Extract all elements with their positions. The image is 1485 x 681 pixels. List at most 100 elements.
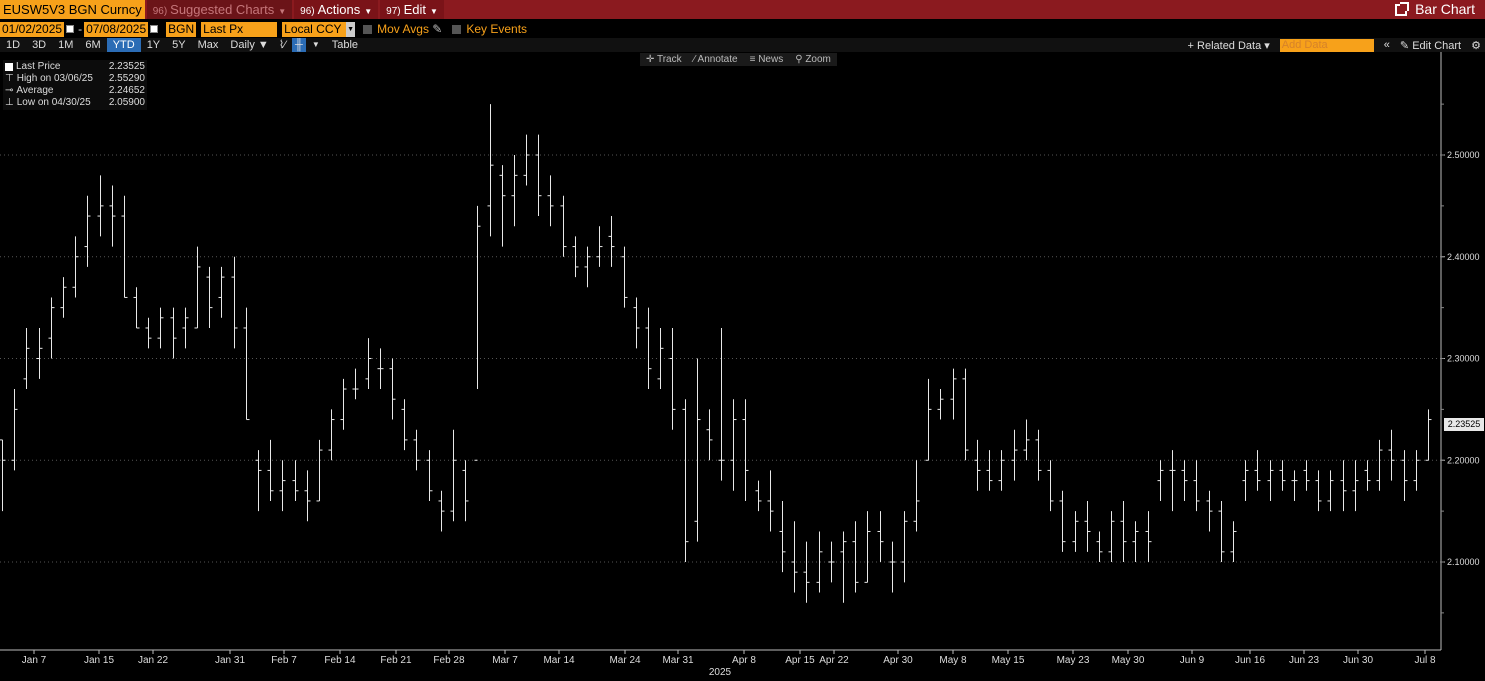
ohlc-bar — [1376, 439, 1383, 491]
ohlc-bar — [1303, 460, 1310, 491]
chart-legend[interactable]: Last Price 2.23525 ⊤ High on 03/06/25 2.552… — [3, 60, 147, 110]
period-3d[interactable]: 3D — [26, 38, 52, 52]
chart-type-dropdown-icon[interactable]: ▼ — [312, 38, 320, 52]
add-data-input[interactable]: Add Data — [1279, 38, 1374, 52]
checkbox-icon — [363, 25, 373, 35]
ohlc-bar — [1169, 450, 1176, 512]
period-1m[interactable]: 1M — [52, 38, 79, 52]
price-field[interactable]: Last Px — [201, 21, 278, 37]
track-tool[interactable]: ✛ Track — [646, 53, 682, 66]
menu-number: 97) — [386, 6, 401, 17]
ohlc-bar — [487, 104, 494, 237]
x-tick-label: Jan 7 — [22, 655, 47, 666]
row3-right-tools: + Related Data ▾ Add Data « ✎ Edit Chart… — [1188, 38, 1481, 52]
table-button[interactable]: Table — [326, 38, 364, 52]
ohlc-bar — [742, 399, 749, 501]
ohlc-bar — [462, 460, 469, 522]
ticker-field[interactable]: EUSW5V3 BGN Curncy — [0, 0, 145, 19]
zoom-tool[interactable]: ⚲ Zoom — [795, 53, 831, 66]
news-tool[interactable]: ≡ News — [750, 53, 784, 66]
legend-label: High on 03/06/25 — [16, 73, 93, 84]
ohlc-bar — [1108, 511, 1115, 562]
x-tick-label: Jun 23 — [1289, 655, 1319, 666]
actions-menu[interactable]: 96) Actions ▼ — [294, 0, 379, 19]
mov-avgs-toggle[interactable]: Mov Avgs ✎ — [363, 22, 442, 36]
ohlc-bar — [950, 368, 957, 420]
menu-label: Edit — [403, 2, 427, 17]
ohlc-bar — [572, 236, 579, 278]
pencil-icon: ✎ — [432, 22, 443, 36]
key-events-toggle[interactable]: Key Events — [452, 22, 527, 36]
dropdown-icon[interactable]: ▼ — [346, 21, 356, 37]
x-tick-label: Apr 30 — [883, 655, 913, 666]
x-tick-label: Feb 14 — [324, 655, 356, 666]
period-max[interactable]: Max — [192, 38, 225, 52]
end-date-field[interactable]: 07/08/2025 — [84, 21, 149, 37]
legend-label: Low on 04/30/25 — [16, 97, 91, 108]
bar-chart-icon[interactable]: ╫ — [292, 38, 306, 52]
legend-label: Last Price — [16, 61, 61, 72]
x-year-label: 2025 — [709, 667, 732, 678]
ohlc-bar — [1181, 460, 1188, 501]
y-tick-label: 2.40000 — [1447, 252, 1480, 262]
x-tick-label: Jan 31 — [215, 655, 245, 666]
x-tick-label: May 8 — [939, 655, 967, 666]
x-tick-label: Mar 31 — [662, 655, 694, 666]
period-1d[interactable]: 1D — [0, 38, 26, 52]
collapse-icon[interactable]: « — [1384, 39, 1390, 51]
top-toolbar: EUSW5V3 BGN Curncy 96) Suggested Charts ▼ … — [0, 0, 1485, 19]
ohlc-bar — [657, 327, 664, 390]
ohlc-bar — [182, 307, 189, 349]
ohlc-bar — [1388, 429, 1395, 481]
currency-field[interactable]: Local CCY — [282, 21, 347, 37]
ohlc-bar — [0, 439, 6, 512]
period-1y[interactable]: 1Y — [141, 38, 166, 52]
bar-chart-export[interactable]: Bar Chart — [1395, 0, 1475, 19]
suggested-charts-menu[interactable]: 96) Suggested Charts ▼ — [146, 0, 293, 19]
period-5y[interactable]: 5Y — [166, 38, 191, 52]
legend-row: ⊥ Low on 04/30/25 2.05900 — [5, 97, 145, 109]
ohlc-bar — [170, 307, 177, 359]
frequency-select[interactable]: Daily ▼ — [224, 38, 274, 52]
caret-down-icon: ▼ — [430, 7, 438, 16]
ohlc-bar — [1072, 511, 1079, 552]
x-tick-label: Mar 24 — [609, 655, 641, 666]
export-icon — [1395, 1, 1410, 16]
ohlc-bar — [852, 521, 859, 593]
date-separator: - — [78, 22, 83, 36]
x-tick-label: Jun 16 — [1235, 655, 1265, 666]
ohlc-bar — [1011, 429, 1018, 481]
period-ytd[interactable]: YTD — [106, 38, 141, 52]
related-data-button[interactable]: + Related Data ▾ — [1188, 39, 1270, 52]
ohlc-bar — [474, 205, 481, 461]
y-axis: 2.10000 2.20000 2.30000 2.40000 2.50000 — [1440, 52, 1480, 650]
zoom-label: Zoom — [805, 54, 831, 65]
period-6m[interactable]: 6M — [79, 38, 106, 52]
low-marker-icon: ⊥ — [5, 97, 14, 108]
ohlc-bar — [889, 541, 896, 593]
ohlc-bar — [121, 195, 128, 298]
annotate-tool[interactable]: ⁄ Annotate — [694, 53, 738, 66]
edit-chart-button[interactable]: ✎ Edit Chart — [1400, 39, 1461, 52]
ohlc-bar — [218, 266, 225, 318]
ohlc-bar — [1206, 490, 1213, 532]
ohlc-bar — [1145, 511, 1152, 562]
ohlc-bar — [1425, 409, 1432, 461]
ohlc-bar — [974, 439, 981, 491]
start-date-field[interactable]: 01/02/2025 — [0, 21, 65, 37]
calendar-icon[interactable] — [66, 25, 75, 33]
x-tick-label: Jun 30 — [1343, 655, 1373, 666]
edit-menu[interactable]: 97) Edit ▼ — [380, 0, 444, 19]
price-bar-chart[interactable]: 2.10000 2.20000 2.30000 2.40000 2.50000 Jan … — [0, 52, 1485, 681]
caret-down-icon: ▼ — [278, 7, 287, 16]
ohlc-bar — [426, 450, 433, 501]
key-events-label: Key Events — [466, 22, 528, 36]
line-chart-icon[interactable]: ⌇⁄ — [279, 38, 286, 52]
gear-icon[interactable]: ⚙ — [1471, 39, 1481, 52]
menu-number: 96) — [152, 6, 168, 17]
ohlc-bar — [1230, 521, 1237, 562]
ohlc-bar — [1132, 521, 1139, 562]
calendar-icon[interactable] — [150, 25, 159, 33]
ohlc-bar — [584, 246, 591, 288]
source-field[interactable]: BGN — [166, 21, 197, 37]
